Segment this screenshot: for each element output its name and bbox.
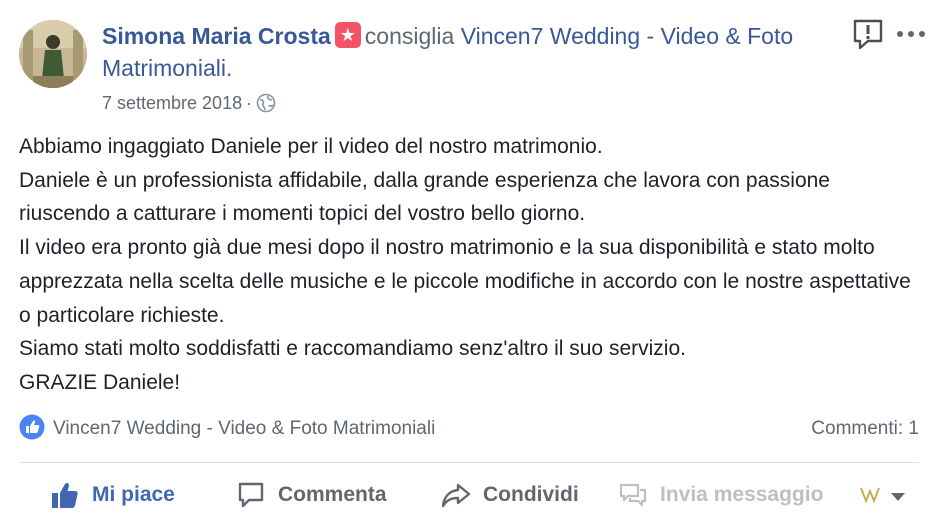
post-date[interactable]: 7 settembre 2018 xyxy=(102,93,242,113)
share-label: Condividi xyxy=(483,483,579,506)
review-post: Simona Maria Crosta ★ consiglia Vincen7 We… xyxy=(0,0,939,531)
body-paragraph: Il video era pronto già due mesi dopo il… xyxy=(19,236,911,327)
post-header: Simona Maria Crosta ★ consiglia Vincen7 We… xyxy=(102,20,832,84)
comment-label: Commenta xyxy=(278,483,387,506)
globe-icon[interactable] xyxy=(256,93,276,120)
report-icon[interactable] xyxy=(851,18,885,52)
post-body: Abbiamo ingaggiato Daniele per il video … xyxy=(19,130,924,400)
reactions-label[interactable]: Vincen7 Wedding - Video & Foto Matrimoni… xyxy=(53,418,435,440)
body-paragraph: GRAZIE Daniele! xyxy=(19,370,181,394)
body-paragraph: Abbiamo ingaggiato Daniele per il video … xyxy=(19,135,603,158)
divider xyxy=(19,462,919,463)
send-message-button[interactable]: Invia messaggio xyxy=(618,480,823,510)
like-reaction-icon xyxy=(19,414,45,445)
recommendation-badge-icon: ★ xyxy=(334,22,361,48)
share-button[interactable]: Condividi xyxy=(441,480,579,510)
comments-count[interactable]: Commenti: 1 xyxy=(811,415,919,443)
body-paragraph: Daniele è un professionista affidabile, … xyxy=(19,168,830,226)
like-label: Mi piace xyxy=(92,483,175,506)
meta-separator: · xyxy=(246,93,253,113)
reactions-summary[interactable]: Vincen7 Wedding - Video & Foto Matrimoni… xyxy=(19,414,435,445)
message-label: Invia messaggio xyxy=(660,483,824,506)
avatar-image xyxy=(19,20,87,88)
post-meta: 7 settembre 2018 · xyxy=(102,90,276,120)
share-icon xyxy=(441,480,471,510)
author-avatar[interactable] xyxy=(19,20,87,88)
chevron-down-icon xyxy=(890,489,906,507)
page-selector-dropdown[interactable] xyxy=(858,484,906,511)
page-logo-icon xyxy=(858,484,882,511)
body-paragraph: Siamo stati molto soddisfatti e raccoman… xyxy=(19,337,686,361)
like-button[interactable]: Mi piace xyxy=(50,480,175,510)
thumbs-up-icon xyxy=(50,480,80,510)
header-line: Simona Maria Crosta ★ consiglia Vincen7 We… xyxy=(102,20,832,84)
author-name[interactable]: Simona Maria Crosta xyxy=(102,23,331,49)
action-text: consiglia xyxy=(364,23,455,49)
comment-icon xyxy=(236,480,266,510)
comment-button[interactable]: Commenta xyxy=(236,480,387,510)
message-icon xyxy=(618,480,648,510)
action-bar: Mi piace Commenta Condividi Invia messag… xyxy=(0,472,939,524)
more-options-icon[interactable] xyxy=(894,20,928,46)
